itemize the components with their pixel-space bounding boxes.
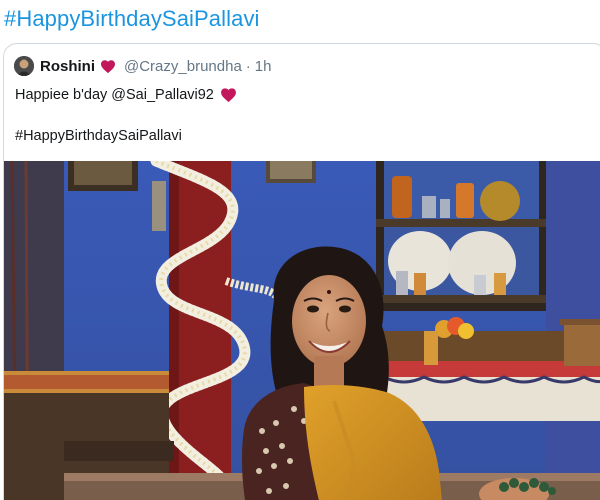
tweet-embed-page: #HappyBirthdaySaiPallavi Roshini @Crazy_… xyxy=(0,0,600,500)
tweet-photo[interactable] xyxy=(4,161,600,500)
user-handle[interactable]: @Crazy_brundha xyxy=(124,58,242,75)
tweet-hashtag[interactable]: #HappyBirthdaySaiPallavi xyxy=(15,128,182,144)
hashtag-title-link[interactable]: #HappyBirthdaySaiPallavi xyxy=(4,6,260,32)
avatar[interactable] xyxy=(14,56,34,76)
display-name[interactable]: Roshini xyxy=(40,58,95,75)
quoted-tweet-card[interactable]: Roshini @Crazy_brundha · 1h Happiee b'da… xyxy=(3,43,600,500)
tweet-header: Roshini @Crazy_brundha · 1h xyxy=(14,56,271,76)
heart-icon xyxy=(100,59,116,74)
heart-icon xyxy=(220,87,237,103)
timestamp[interactable]: 1h xyxy=(255,58,272,75)
separator-dot: · xyxy=(245,57,251,75)
tweet-text-line: Happiee b'day @Sai_Pallavi92 xyxy=(15,87,237,103)
tweet-text: Happiee b'day @Sai_Pallavi92 xyxy=(15,87,214,103)
